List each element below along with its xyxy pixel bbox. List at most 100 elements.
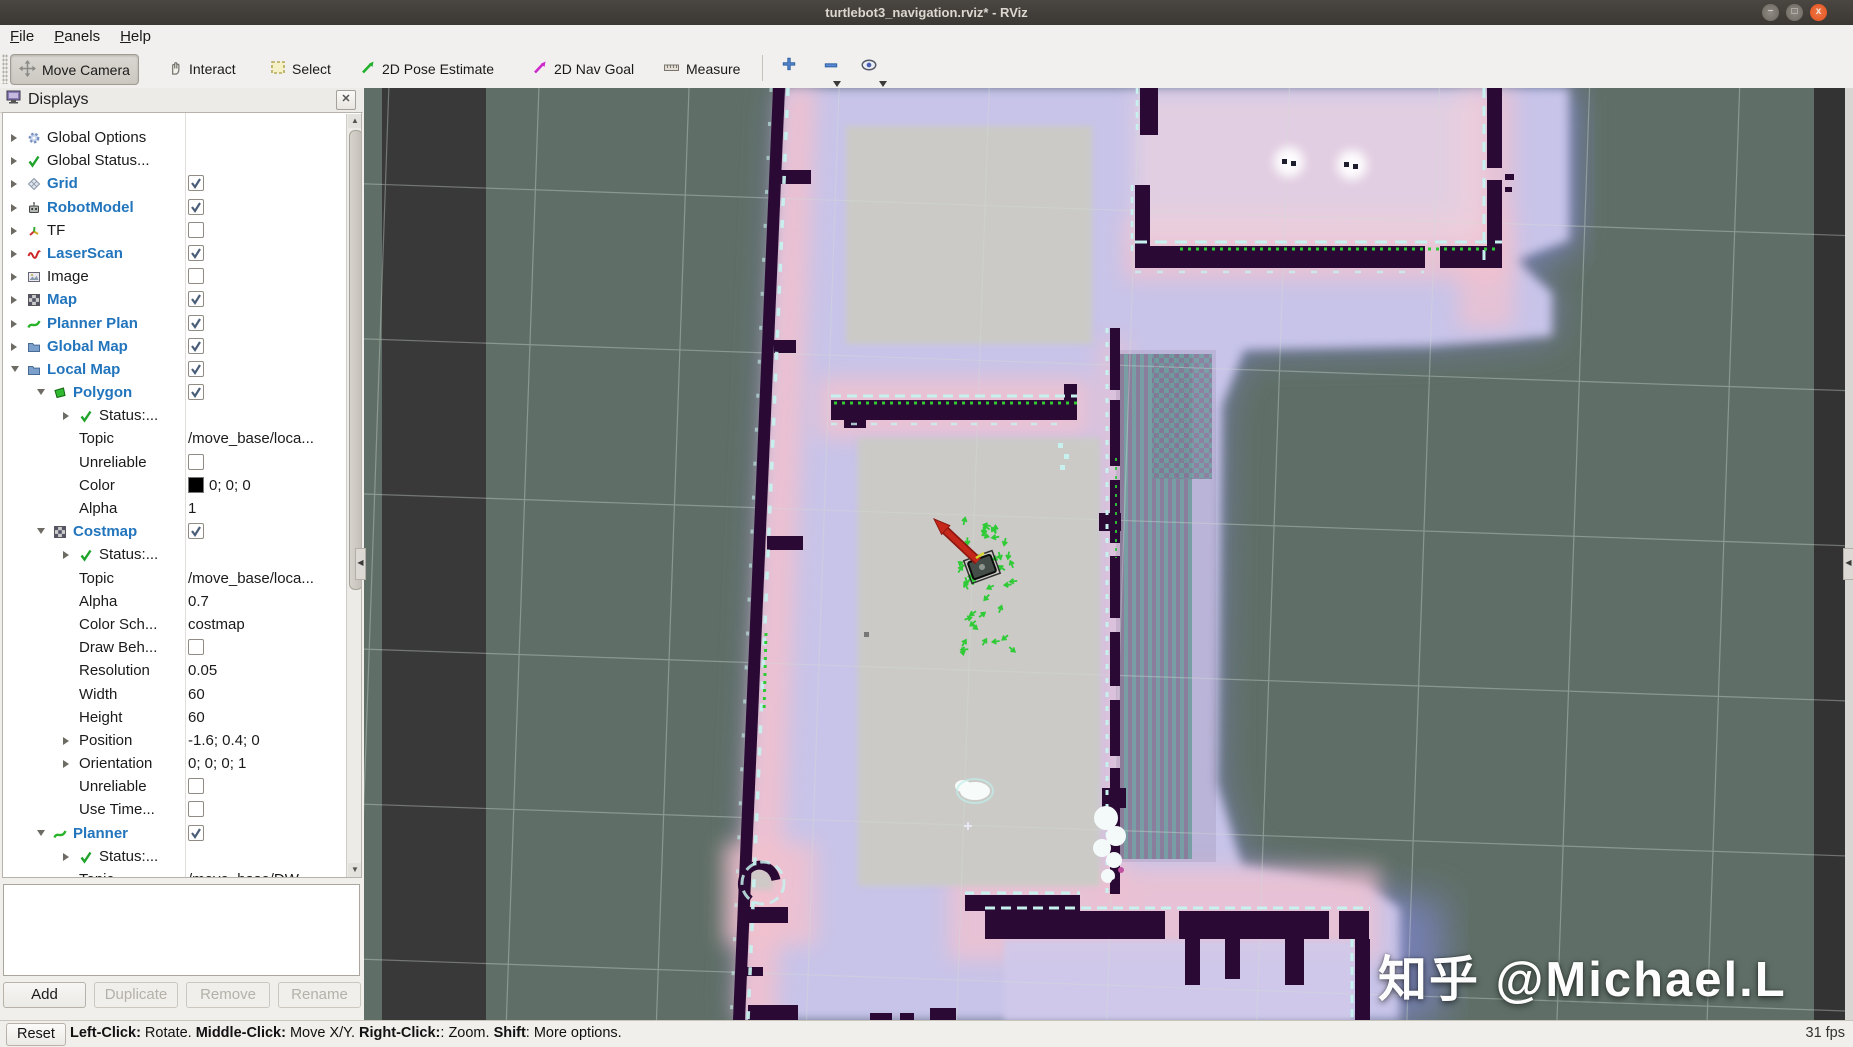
- tool-select[interactable]: Select: [262, 54, 339, 83]
- expand-right-icon[interactable]: [63, 852, 69, 861]
- chevron-down-icon[interactable]: [833, 81, 841, 87]
- panel-collapse-handle-right[interactable]: ◀: [1843, 548, 1853, 580]
- render-viewport[interactable]: 知乎 @Michael.L: [364, 88, 1853, 1020]
- row-value[interactable]: [188, 778, 204, 795]
- row-value[interactable]: /move_base/DW...: [188, 871, 311, 877]
- checkbox[interactable]: [188, 175, 204, 192]
- expand-right-icon[interactable]: [11, 134, 17, 142]
- row-value[interactable]: [188, 268, 204, 285]
- menu-help[interactable]: Help: [110, 25, 161, 48]
- expand-right-icon[interactable]: [11, 226, 17, 235]
- tree-row-resolution[interactable]: Resolution 0.05: [3, 660, 345, 683]
- row-value[interactable]: [188, 523, 204, 540]
- tree-row-unreliable[interactable]: Unreliable: [3, 776, 345, 799]
- expand-right-icon[interactable]: [63, 412, 69, 421]
- tree-row-topic[interactable]: Topic/move_base/DW...: [3, 869, 345, 877]
- tree-row-width[interactable]: Width 60: [3, 684, 345, 707]
- title-bar[interactable]: turtlebot3_navigation.rviz* - RViz − □ x: [0, 0, 1853, 25]
- row-value[interactable]: 60: [188, 709, 205, 726]
- row-value[interactable]: [188, 360, 204, 377]
- chevron-down-icon[interactable]: [879, 81, 887, 87]
- expand-right-icon[interactable]: [63, 736, 69, 745]
- tree-row-topic[interactable]: Topic/move_base/loca...: [3, 568, 345, 591]
- displays-panel-header[interactable]: Displays ✕: [0, 88, 363, 113]
- checkbox[interactable]: [188, 360, 204, 377]
- panel-close-icon[interactable]: ✕: [336, 90, 356, 110]
- expand-down-icon[interactable]: [11, 365, 19, 372]
- tree-row-local-map[interactable]: Local Map: [3, 359, 345, 382]
- expand-down-icon[interactable]: [37, 829, 45, 836]
- tree-row-use-time[interactable]: Use Time...: [3, 799, 345, 822]
- expand-right-icon[interactable]: [11, 296, 17, 305]
- tree-row-polygon[interactable]: Polygon: [3, 382, 345, 405]
- checkbox[interactable]: [188, 221, 204, 238]
- row-value[interactable]: [188, 175, 204, 192]
- expand-right-icon[interactable]: [11, 273, 17, 282]
- tree-row-global-status[interactable]: Global Status...: [3, 150, 345, 173]
- maximize-button[interactable]: □: [1786, 4, 1803, 21]
- menu-file[interactable]: File: [0, 25, 44, 48]
- tool-2d-nav-goal[interactable]: 2D Nav Goal: [524, 54, 642, 83]
- displays-tree[interactable]: Global Options Global Status... Grid RobotM…: [2, 112, 362, 878]
- row-value[interactable]: -1.6; 0.4; 0: [188, 732, 260, 749]
- expand-right-icon[interactable]: [11, 157, 17, 166]
- tree-row-draw-beh[interactable]: Draw Beh...: [3, 637, 345, 660]
- tree-row-alpha[interactable]: Alpha 0.7: [3, 591, 345, 614]
- row-value[interactable]: [188, 384, 204, 401]
- tree-row-status[interactable]: Status:...: [3, 544, 345, 567]
- expand-right-icon[interactable]: [63, 551, 69, 560]
- tool-measure[interactable]: Measure: [655, 54, 748, 83]
- checkbox[interactable]: [188, 523, 204, 540]
- checkbox[interactable]: [188, 824, 204, 841]
- tree-row-orientation[interactable]: Orientation 0; 0; 0; 1: [3, 753, 345, 776]
- expand-down-icon[interactable]: [37, 389, 45, 396]
- row-value[interactable]: [188, 824, 204, 841]
- checkbox[interactable]: [188, 198, 204, 215]
- row-value[interactable]: [188, 221, 204, 238]
- tree-row-planner-plan[interactable]: Planner Plan: [3, 313, 345, 336]
- tree-row-alpha[interactable]: Alpha 1: [3, 498, 345, 521]
- row-value[interactable]: 0.05: [188, 662, 217, 679]
- row-value[interactable]: [188, 453, 204, 470]
- row-value[interactable]: 1: [188, 500, 196, 517]
- tree-row-status[interactable]: Status:...: [3, 846, 345, 869]
- checkbox[interactable]: [188, 268, 204, 285]
- minimize-button[interactable]: −: [1762, 4, 1779, 21]
- row-value[interactable]: /move_base/loca...: [188, 430, 314, 447]
- checkbox[interactable]: [188, 291, 204, 308]
- row-value[interactable]: [188, 291, 204, 308]
- row-value[interactable]: [188, 314, 204, 331]
- eye-tool-button[interactable]: [856, 56, 882, 80]
- expand-right-icon[interactable]: [11, 249, 17, 258]
- scrollbar-thumb[interactable]: [348, 130, 361, 590]
- row-value[interactable]: [188, 801, 204, 818]
- tree-row-robotmodel[interactable]: RobotModel: [3, 197, 345, 220]
- checkbox[interactable]: [188, 384, 204, 401]
- checkbox[interactable]: [188, 639, 204, 656]
- expand-down-icon[interactable]: [37, 528, 45, 535]
- tree-row-topic[interactable]: Topic/move_base/loca...: [3, 428, 345, 451]
- checkbox[interactable]: [188, 244, 204, 261]
- minus-tool-button[interactable]: [818, 56, 844, 80]
- tree-row-unreliable[interactable]: Unreliable: [3, 452, 345, 475]
- reset-button[interactable]: Reset: [6, 1023, 66, 1046]
- add-button[interactable]: Add: [3, 982, 86, 1008]
- toolbar-drag-handle[interactable]: [2, 54, 8, 84]
- tree-row-grid[interactable]: Grid: [3, 173, 345, 196]
- row-value[interactable]: 0; 0; 0; 1: [188, 755, 246, 772]
- checkbox[interactable]: [188, 314, 204, 331]
- tree-row-color-sch[interactable]: Color Sch... costmap: [3, 614, 345, 637]
- row-value[interactable]: /move_base/loca...: [188, 570, 314, 587]
- tree-row-global-options[interactable]: Global Options: [3, 127, 345, 150]
- scrollbar-down-icon[interactable]: ▼: [348, 863, 361, 877]
- tool-2d-pose-estimate[interactable]: 2D Pose Estimate: [352, 54, 502, 83]
- tool-move-camera[interactable]: Move Camera: [10, 54, 139, 85]
- row-value[interactable]: [188, 337, 204, 354]
- expand-right-icon[interactable]: [11, 319, 17, 328]
- tree-row-color[interactable]: Color 0; 0; 0: [3, 475, 345, 498]
- tree-row-tf[interactable]: TF: [3, 220, 345, 243]
- tree-row-costmap[interactable]: Costmap: [3, 521, 345, 544]
- panel-collapse-handle-left[interactable]: ◀: [355, 548, 366, 580]
- expand-right-icon[interactable]: [11, 180, 17, 189]
- row-value[interactable]: 0.7: [188, 593, 209, 610]
